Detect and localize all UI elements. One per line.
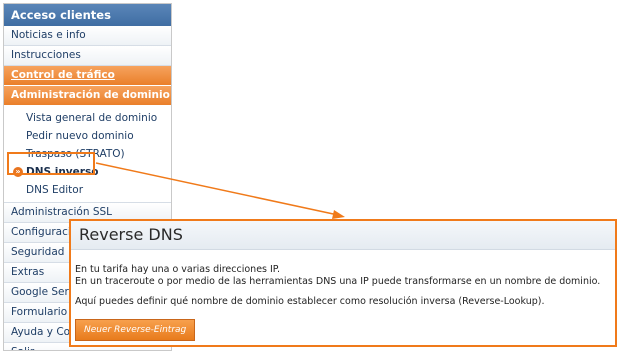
panel-text-line2: En un traceroute o por medio de las herr… bbox=[75, 276, 601, 287]
panel-body: En tu tarifa hay una o varias direccione… bbox=[71, 250, 615, 341]
new-reverse-entry-button[interactable]: Neuer Reverse-Eintrag bbox=[75, 319, 196, 341]
reverse-dns-panel: Reverse DNS En tu tarifa hay una o varia… bbox=[69, 219, 617, 347]
panel-title: Reverse DNS bbox=[71, 221, 615, 250]
panel-text-line3: Aquí puedes definir qué nombre de domini… bbox=[75, 296, 545, 307]
panel-text-line1: En tu tarifa hay una o varias direccione… bbox=[75, 264, 281, 275]
